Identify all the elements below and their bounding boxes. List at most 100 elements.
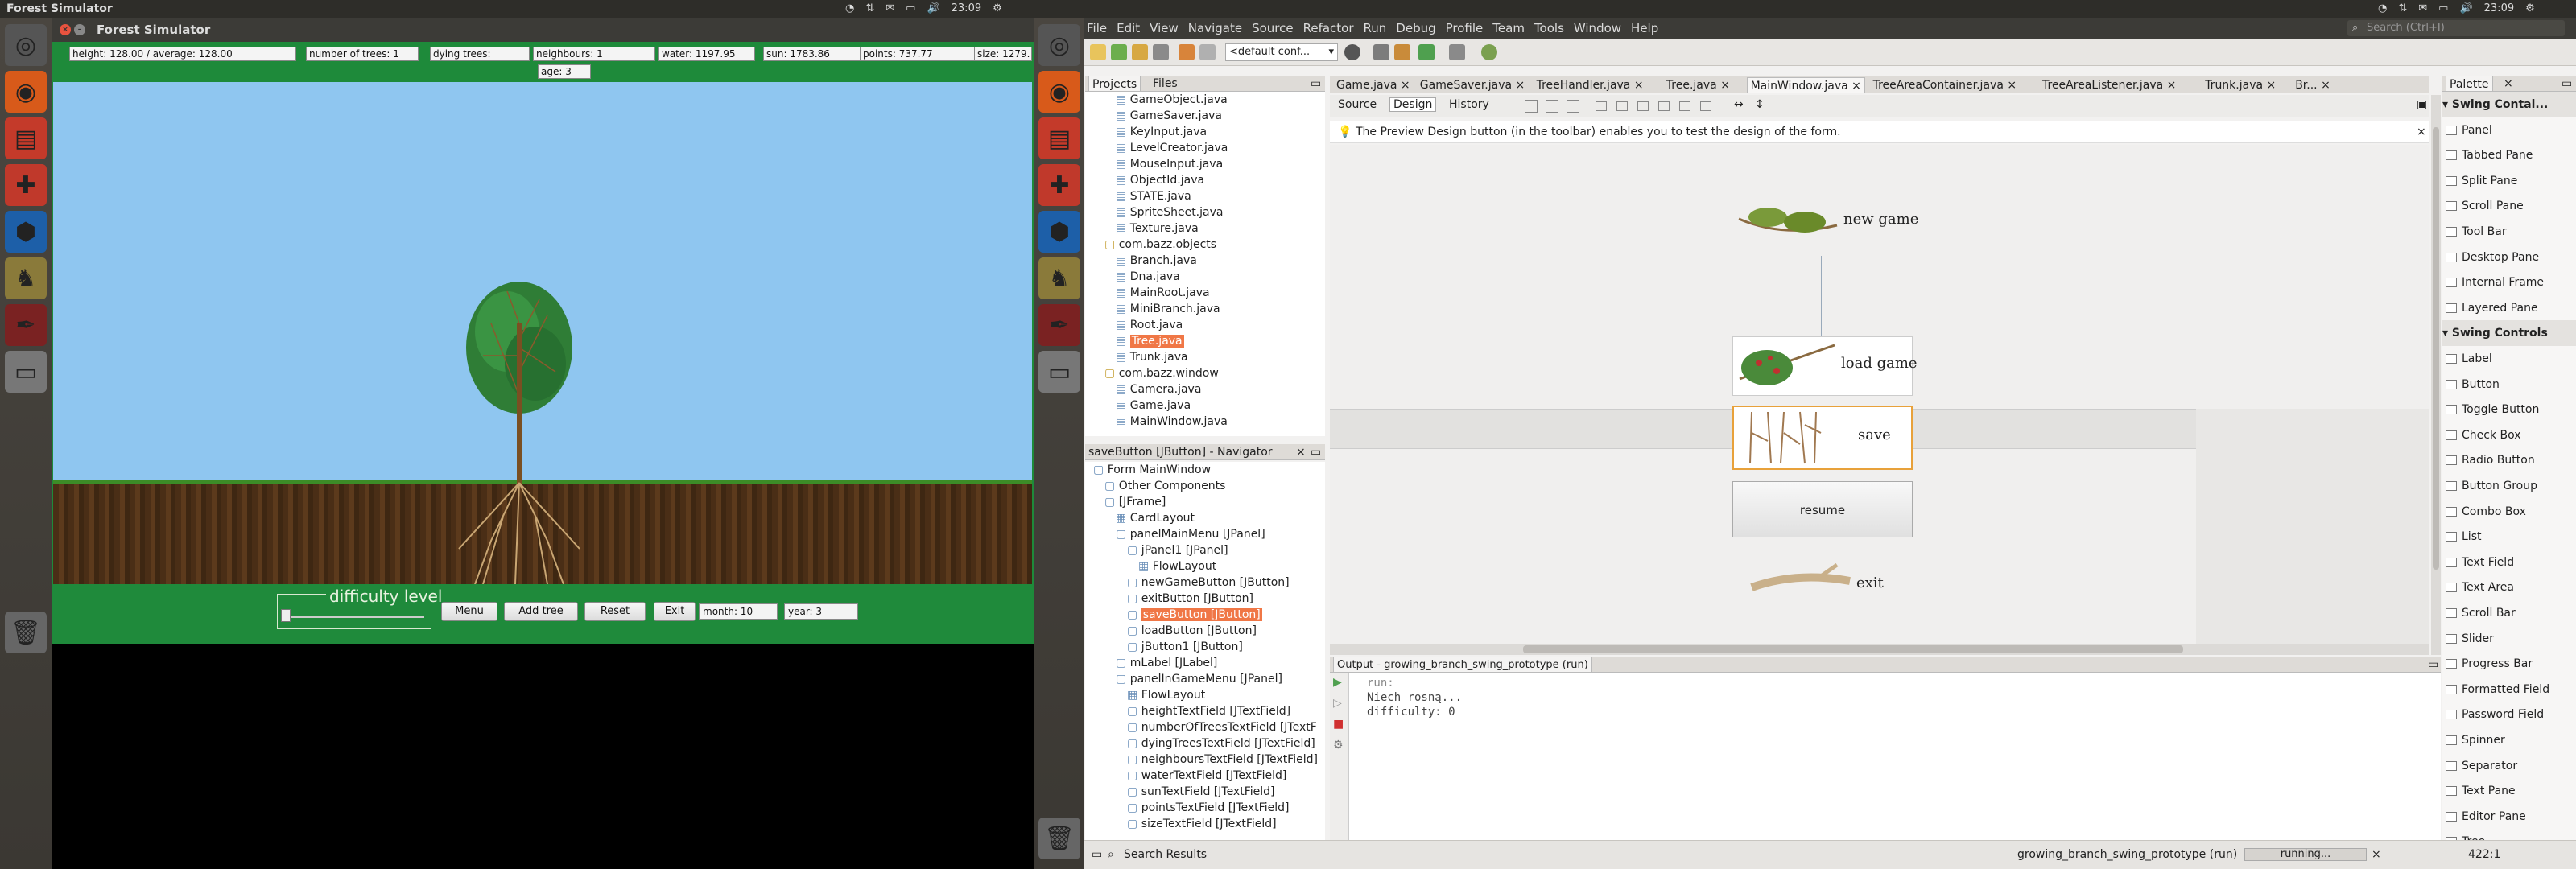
battery-icon[interactable]: ▭ — [906, 0, 915, 18]
navigator-item[interactable]: ▦ FlowLayout — [1127, 687, 1205, 703]
close-icon[interactable]: × — [2263, 79, 2277, 92]
rerun-icon[interactable]: ▶ — [1333, 676, 1342, 689]
menu-item-view[interactable]: View — [1150, 21, 1179, 35]
mail-icon[interactable]: ✉ — [886, 0, 894, 18]
build-icon[interactable] — [1373, 44, 1389, 60]
target-icon[interactable] — [1344, 44, 1360, 60]
stop-icon[interactable]: ■ — [1333, 718, 1344, 731]
editor-tab[interactable]: MainWindow.java × — [1746, 77, 1865, 93]
profile-icon[interactable] — [1481, 44, 1497, 60]
palette-item[interactable]: Editor Pane — [2442, 804, 2526, 830]
menu-item-window[interactable]: Window — [1574, 21, 1621, 35]
palette-item[interactable]: Check Box — [2442, 422, 2521, 448]
resize-horizontal-icon[interactable]: ↔ — [1734, 98, 1744, 111]
status-toggle-icon[interactable]: ▭ — [1092, 841, 1102, 868]
align-left-icon[interactable] — [1596, 101, 1607, 111]
output-title[interactable]: Output - growing_branch_swing_prototype … — [1333, 657, 1592, 672]
menu-item-help[interactable]: Help — [1631, 21, 1658, 35]
align-top-icon[interactable] — [1658, 101, 1670, 111]
network-icon[interactable]: ⇅ — [2398, 0, 2407, 18]
size-field[interactable]: size: 1279. — [974, 47, 1032, 61]
run-icon[interactable] — [1418, 44, 1435, 60]
editor-tab[interactable]: Tree.java × — [1663, 77, 1733, 93]
navigator-item[interactable]: ▢ numberOfTreesTextField [JTextF — [1127, 719, 1317, 735]
palette-item[interactable]: Combo Box — [2442, 499, 2526, 525]
project-tree-item[interactable]: ▤ Trunk.java — [1116, 349, 1188, 365]
palette-category[interactable]: ▾ Swing Controls — [2442, 320, 2576, 347]
editor-tab[interactable]: TreeAreaListener.java × — [2039, 77, 2179, 93]
difficulty-slider-thumb[interactable] — [281, 609, 291, 622]
selection-mode-icon[interactable] — [1525, 100, 1538, 113]
palette-item[interactable]: Formatted Field — [2442, 677, 2549, 702]
close-icon[interactable]: × — [2004, 79, 2017, 92]
menu-item-profile[interactable]: Profile — [1446, 21, 1484, 35]
navigator-item[interactable]: ▦ CardLayout — [1116, 510, 1195, 526]
project-tree-item[interactable]: ▤ Branch.java — [1116, 253, 1197, 269]
gear-icon[interactable]: ⚙ — [993, 0, 1002, 18]
source-tab[interactable]: Source — [1338, 98, 1377, 111]
minimize-icon[interactable]: – — [74, 24, 85, 35]
palette-item[interactable]: Desktop Pane — [2442, 245, 2539, 270]
palette-item[interactable]: Scroll Pane — [2442, 193, 2524, 219]
editor-tab[interactable]: Trunk.java × — [2202, 77, 2279, 93]
files-tab[interactable]: Files — [1153, 76, 1178, 91]
close-icon[interactable]: × — [2163, 79, 2177, 92]
volume-icon[interactable]: 🔊 — [927, 0, 939, 18]
presentation-icon[interactable]: ▤ — [1038, 117, 1080, 159]
project-tree-item[interactable]: ▤ MainWindow.java — [1116, 414, 1228, 430]
close-icon[interactable]: × — [1848, 80, 1861, 93]
trash-icon[interactable]: 🗑 — [1038, 818, 1080, 859]
navigator-item[interactable]: ▢ Form MainWindow — [1093, 462, 1211, 478]
close-icon[interactable]: × — [1717, 79, 1730, 92]
palette-item[interactable]: Panel — [2442, 117, 2492, 143]
connection-mode-icon[interactable] — [1546, 100, 1558, 113]
wifi-icon[interactable]: ◔ — [845, 0, 854, 18]
gear-icon[interactable]: ⚙ — [2525, 0, 2535, 18]
navigator-item[interactable]: ▢ newGameButton [JButton] — [1127, 575, 1290, 591]
project-tree-item[interactable]: ▤ STATE.java — [1116, 188, 1191, 204]
navigator-item[interactable]: ▢ neighboursTextField [JTextField] — [1127, 752, 1318, 768]
close-icon[interactable]: × — [1630, 79, 1644, 92]
clock[interactable]: 23:09 — [952, 0, 981, 18]
gimp-icon[interactable]: ♞ — [1038, 257, 1080, 299]
horizontal-scrollbar[interactable] — [1330, 644, 2429, 655]
align-right-icon[interactable] — [1616, 101, 1628, 111]
debug-icon[interactable] — [1449, 44, 1465, 60]
resume-button[interactable]: resume — [1732, 481, 1913, 537]
navigator-item[interactable]: ▢ loadButton [JButton] — [1127, 623, 1257, 639]
palette-item[interactable]: Toggle Button — [2442, 397, 2539, 422]
points-field[interactable]: points: 737.77 — [860, 47, 982, 61]
project-tree-item[interactable]: ▤ Dna.java — [1116, 269, 1180, 285]
editor-tab[interactable]: GameSaver.java × — [1417, 77, 1528, 93]
preview-design-icon[interactable] — [1567, 100, 1579, 113]
scrollbar-thumb[interactable] — [2433, 127, 2439, 570]
navigator-item[interactable]: ▢ jButton1 [JButton] — [1127, 639, 1243, 655]
search-results-label[interactable]: Search Results — [1124, 841, 1207, 868]
menu-item-source[interactable]: Source — [1252, 21, 1294, 35]
trees-field[interactable]: number of trees: 1 — [306, 47, 419, 61]
project-tree-item[interactable]: ▤ Camera.java — [1116, 381, 1201, 397]
palette-item[interactable]: Password Field — [2442, 702, 2544, 727]
exit-button[interactable]: Exit — [654, 602, 696, 621]
project-tree-item[interactable]: ▤ ObjectId.java — [1116, 172, 1204, 188]
save-all-icon[interactable] — [1153, 44, 1169, 60]
palette-item[interactable]: Internal Frame — [2442, 270, 2544, 295]
history-tab[interactable]: History — [1449, 98, 1489, 111]
project-tree-item[interactable]: ▢ com.bazz.window — [1104, 365, 1219, 381]
gimp-icon[interactable]: ♞ — [5, 257, 47, 299]
palette-item[interactable]: Layered Pane — [2442, 295, 2538, 321]
close-icon[interactable]: × — [1512, 79, 1525, 92]
editor-tab[interactable]: Br... × — [2292, 77, 2334, 93]
navigator-item[interactable]: ▢ heightTextField [JTextField] — [1127, 703, 1290, 719]
netbeans-icon[interactable]: ⬢ — [1038, 211, 1080, 253]
navigator-item[interactable]: ▢ mLabel [JLabel] — [1116, 655, 1217, 671]
project-tree-item[interactable]: ▤ MiniBranch.java — [1116, 301, 1220, 317]
project-tree-item[interactable]: ▤ GameObject.java — [1116, 92, 1228, 108]
add-tree-button[interactable]: Add tree — [504, 602, 578, 621]
drive-icon[interactable]: ▭ — [5, 351, 47, 393]
navigator-item[interactable]: ▢ jPanel1 [JPanel] — [1127, 542, 1228, 558]
settings-icon[interactable]: ✚ — [5, 164, 47, 206]
dash-icon[interactable]: ◎ — [5, 24, 47, 66]
palette-item[interactable]: Button — [2442, 372, 2500, 397]
palette-item[interactable]: Tabbed Pane — [2442, 142, 2533, 168]
